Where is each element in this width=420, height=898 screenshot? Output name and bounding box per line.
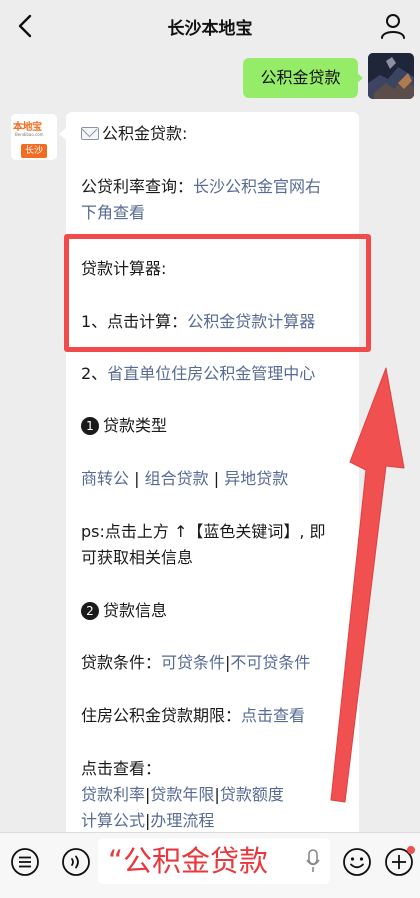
person-icon[interactable] (380, 12, 406, 40)
section1-number: 1 (81, 417, 99, 435)
loan-years-link[interactable]: 贷款年限 (150, 785, 214, 804)
loan-rate-link[interactable]: 贷款利率 (81, 785, 145, 804)
section2-heading: 2 贷款信息 (81, 598, 167, 624)
eligible-conditions-link[interactable]: 可贷条件 (161, 653, 225, 672)
voice-icon[interactable] (61, 847, 91, 877)
sent-message[interactable]: 公积金贷款 (243, 58, 358, 98)
emoji-icon[interactable] (342, 847, 372, 877)
bot-avatar[interactable]: 本地宝 Bendibao.com 长沙 (11, 114, 57, 160)
envelope-icon (81, 127, 99, 140)
loan-type-links: 商转公 | 组合贷款 | 异地贷款 (81, 466, 288, 492)
top-bar: 长沙本地宝 (0, 0, 420, 52)
avatar-image (368, 53, 414, 99)
message-title-line: 公积金贷款: (81, 121, 187, 147)
ps-line-2: 可获取相关信息 (81, 548, 194, 567)
term-line: 住房公积金贷款期限：点击查看 (81, 703, 305, 729)
click-view-label: 点击查看： (81, 759, 162, 778)
my-avatar[interactable] (368, 53, 414, 99)
step2-line: 2、省直单位住房公积金管理中心 (81, 361, 315, 387)
separator: | (213, 469, 220, 488)
term-link[interactable]: 点击查看 (241, 706, 305, 725)
rate-query-link[interactable]: 长沙公积金官网右 (193, 177, 321, 196)
bot-logo: 本地宝 Bendibao.com (11, 114, 57, 143)
section1-heading: 1 贷款类型 (81, 413, 167, 439)
conditions-label: 贷款条件： (81, 653, 162, 672)
notification-dot (407, 846, 415, 854)
info-links-row-2: 计算公式|办理流程 (81, 808, 214, 834)
section2-number: 2 (81, 602, 99, 620)
rate-query-label: 公贷利率查询： (81, 177, 194, 196)
input-overlay-text: “公积金贷款 (108, 844, 269, 878)
rate-query-line-2: 下角查看 (81, 200, 145, 226)
ps-line-1: ps:点击上方 ↑【蓝色关键词】, 即 (81, 522, 326, 541)
loan-amount-link[interactable]: 贷款额度 (220, 785, 284, 804)
highlight-box (64, 234, 371, 352)
loan-type-link-commercial[interactable]: 商转公 (81, 469, 129, 488)
formula-link[interactable]: 计算公式 (81, 811, 145, 830)
term-label: 住房公积金贷款期限： (81, 706, 242, 725)
message-title: 公积金贷款: (102, 124, 188, 143)
separator: | (134, 469, 140, 488)
step2-prefix: 2、 (81, 364, 108, 383)
bot-logo-text: 本地宝 (13, 122, 42, 133)
ineligible-conditions-link[interactable]: 不可贷条件 (230, 653, 310, 672)
sent-message-tail (356, 72, 363, 84)
mic-icon[interactable] (306, 849, 320, 873)
loan-type-link-remote[interactable]: 异地贷款 (224, 469, 288, 488)
message-tail (59, 128, 66, 140)
rate-query-line: 公贷利率查询：长沙公积金官网右 (81, 174, 321, 200)
section1-title: 贷款类型 (103, 416, 168, 435)
chat-title: 长沙本地宝 (167, 19, 253, 39)
loan-type-link-combined[interactable]: 组合贷款 (145, 469, 209, 488)
provincial-center-link[interactable]: 省直单位住房公积金管理中心 (107, 364, 315, 383)
bot-logo-sub: Bendibao.com (15, 132, 44, 137)
bot-logo-badge: 长沙 (21, 144, 47, 158)
rate-query-link-cont[interactable]: 下角查看 (81, 203, 145, 222)
process-link[interactable]: 办理流程 (150, 811, 214, 830)
section2-title: 贷款信息 (103, 601, 168, 620)
list-icon[interactable] (10, 847, 40, 877)
conditions-line: 贷款条件：可贷条件|不可贷条件 (81, 650, 310, 676)
info-links-row-1: 贷款利率|贷款年限|贷款额度 (81, 782, 284, 808)
